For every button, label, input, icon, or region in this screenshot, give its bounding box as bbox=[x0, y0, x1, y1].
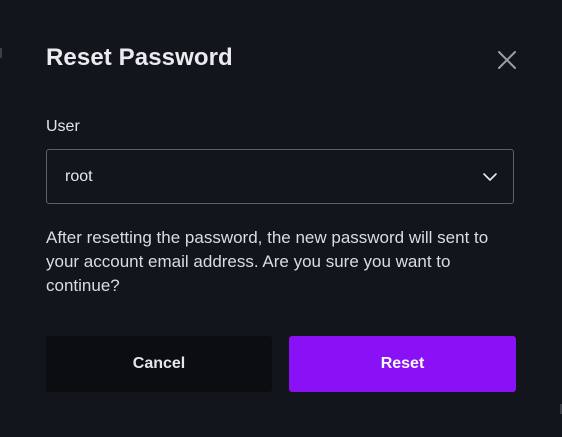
user-field-label: User bbox=[46, 118, 80, 135]
close-icon bbox=[498, 51, 516, 69]
dialog-title: Reset Password bbox=[46, 44, 233, 71]
background-edge bbox=[0, 48, 2, 58]
cancel-button[interactable]: Cancel bbox=[46, 336, 272, 392]
reset-password-dialog: Reset Password User root After resetting… bbox=[0, 0, 562, 437]
reset-button[interactable]: Reset bbox=[289, 336, 516, 392]
confirmation-message: After resetting the password, the new pa… bbox=[46, 228, 489, 295]
close-button[interactable] bbox=[496, 49, 518, 71]
user-select[interactable]: root bbox=[46, 149, 514, 204]
chevron-down-icon bbox=[483, 173, 497, 181]
user-select-value: root bbox=[65, 168, 93, 185]
